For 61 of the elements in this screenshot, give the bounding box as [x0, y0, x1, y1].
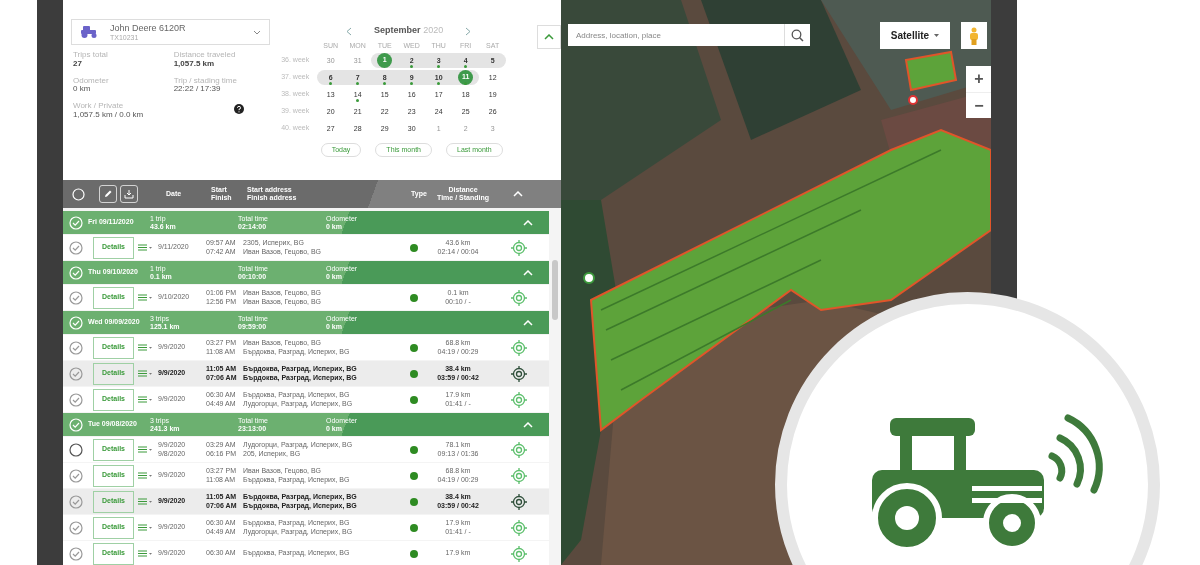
chevron-up-icon — [523, 421, 533, 428]
menu-icon[interactable] — [138, 244, 153, 251]
menu-icon[interactable] — [138, 446, 153, 453]
chevron-up-icon — [513, 191, 523, 197]
check-circle-icon[interactable] — [68, 468, 83, 483]
target-icon[interactable] — [511, 493, 527, 510]
download-icon — [124, 189, 134, 199]
tractor-icon — [80, 26, 98, 38]
collapse-button[interactable] — [537, 25, 561, 49]
stat-value: 22:22 / 17:39 — [173, 85, 222, 95]
check-circle-icon[interactable] — [68, 392, 83, 407]
zoom-in-button[interactable]: + — [966, 66, 991, 92]
address-search-field[interactable]: Address, location, place — [568, 24, 784, 46]
chevron-up-icon — [523, 269, 533, 276]
select-all-circle-icon[interactable] — [71, 187, 85, 201]
stat-label: Work / Private — [73, 102, 125, 111]
check-circle-icon[interactable] — [68, 494, 83, 509]
stat-value: 1,057.5 km / 0.0 km — [73, 111, 145, 120]
empty-circle-icon[interactable] — [68, 442, 83, 457]
check-circle-icon[interactable] — [68, 340, 83, 355]
chevron-up-icon — [523, 319, 533, 326]
caret-icon — [934, 34, 940, 37]
zoom-out-button[interactable]: − — [966, 92, 991, 118]
check-circle-icon[interactable] — [68, 290, 83, 305]
street-view-button[interactable] — [961, 22, 987, 49]
stat-value: 27 — [73, 59, 82, 69]
pencil-icon — [103, 189, 113, 199]
menu-icon[interactable] — [138, 370, 153, 377]
dropdown-caret-icon — [253, 29, 262, 35]
menu-icon[interactable] — [138, 472, 153, 479]
stat-label: Distance traveled — [173, 51, 237, 60]
menu-icon[interactable] — [138, 396, 153, 403]
person-icon — [969, 26, 979, 45]
target-icon[interactable] — [511, 365, 527, 382]
search-button[interactable] — [784, 24, 810, 46]
download-button[interactable] — [120, 185, 138, 203]
stat-value: 1,057.5 km — [173, 59, 216, 69]
previous-month-icon[interactable] — [346, 26, 353, 36]
scrollbar-thumb[interactable] — [552, 260, 558, 320]
menu-icon[interactable] — [138, 498, 153, 505]
stat-label: Trips total — [73, 51, 109, 60]
chevron-up-icon — [544, 34, 554, 40]
menu-icon[interactable] — [138, 550, 153, 557]
map-type-dropdown[interactable]: Satellite — [880, 22, 950, 49]
menu-icon[interactable] — [138, 294, 153, 301]
stat-label: Trip / stading time — [173, 76, 238, 85]
vehicle-name: John Deere 6120R — [109, 23, 187, 33]
stat-value: 0 km — [73, 85, 92, 95]
stat-label: Odometer — [73, 76, 110, 86]
calendar-month: September 2020 — [374, 24, 444, 38]
chevron-up-icon — [523, 219, 533, 226]
check-circle-icon[interactable] — [68, 546, 83, 561]
search-icon — [791, 28, 804, 42]
help-icon[interactable] — [233, 104, 244, 115]
edit-button[interactable] — [99, 185, 117, 203]
menu-icon[interactable] — [138, 524, 153, 531]
menu-icon[interactable] — [138, 344, 153, 351]
check-circle-icon[interactable] — [68, 520, 83, 535]
check-circle-icon[interactable] — [68, 366, 83, 381]
next-month-icon[interactable] — [465, 26, 472, 36]
check-circle-icon[interactable] — [68, 240, 83, 255]
